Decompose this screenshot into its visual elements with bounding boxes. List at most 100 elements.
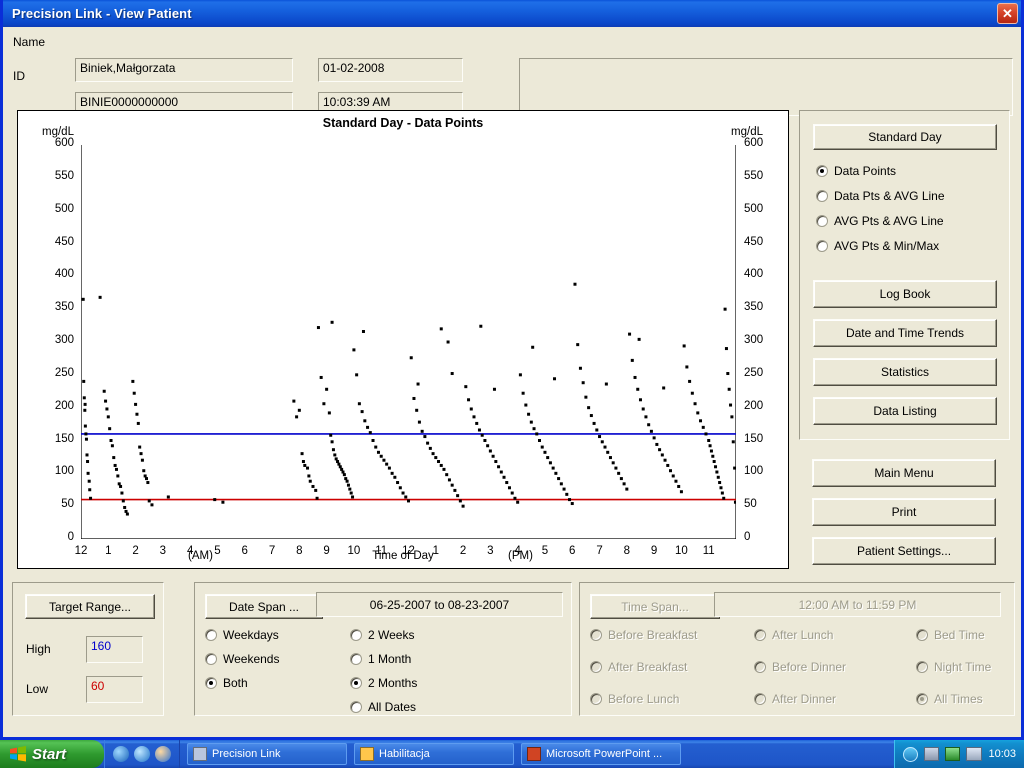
high-target-value[interactable]: 160 — [86, 636, 143, 663]
taskbar-item-habilitacja[interactable]: Habilitacja — [354, 743, 514, 765]
taskbar-item-icon — [360, 747, 374, 761]
windows-logo-icon — [10, 746, 26, 762]
patient-settings-button[interactable]: Patient Settings... — [812, 537, 996, 565]
view-mode-label: AVG Pts & AVG Line — [834, 214, 944, 228]
start-button[interactable]: Start — [0, 740, 104, 768]
time-span-button[interactable]: Time Span... — [590, 594, 720, 619]
view-mode-radio-2[interactable]: Data Pts & AVG Line — [816, 189, 945, 203]
view-mode-radio-1[interactable]: Data Points — [816, 164, 896, 178]
taskbar-item-label: Habilitacja — [379, 748, 430, 760]
time-span-radio-3[interactable]: Before Lunch — [590, 692, 679, 706]
radio-label: Before Breakfast — [608, 628, 698, 642]
radio-icon — [816, 240, 828, 252]
y-tick-label: 200 — [744, 399, 764, 412]
system-tray: 10:03 — [894, 740, 1024, 768]
y-tick-label: 150 — [54, 432, 74, 445]
internet-explorer-icon[interactable] — [134, 746, 150, 762]
date-span-range: 06-25-2007 to 08-23-2007 — [316, 592, 563, 617]
time-span-radio-1[interactable]: Before Breakfast — [590, 628, 697, 642]
date-span-radio-2[interactable]: 1 Month — [350, 652, 411, 666]
tray-expand-icon[interactable] — [903, 746, 919, 762]
y-tick-label: 200 — [54, 399, 74, 412]
time-span-radio-4[interactable]: After Lunch — [754, 628, 833, 642]
radio-icon — [205, 677, 217, 689]
media-player-icon[interactable] — [155, 746, 171, 762]
y-tick-label: 100 — [744, 465, 764, 478]
notes-field[interactable] — [519, 58, 1013, 116]
y-tick-label: 400 — [744, 268, 764, 281]
taskbar-item-label: Precision Link — [212, 748, 281, 760]
low-target-value[interactable]: 60 — [86, 676, 143, 703]
radio-icon — [916, 661, 928, 673]
day-type-radio-1[interactable]: Weekdays — [205, 628, 279, 642]
day-type-radio-2[interactable]: Weekends — [205, 652, 279, 666]
statistics-button[interactable]: Statistics — [813, 358, 997, 386]
time-span-radio-2[interactable]: After Breakfast — [590, 660, 687, 674]
radio-icon — [754, 693, 766, 705]
y-tick-label: 250 — [744, 366, 764, 379]
date-span-radio-3[interactable]: 2 Months — [350, 676, 417, 690]
time-span-radio-7[interactable]: Bed Time — [916, 628, 985, 642]
radio-label: After Lunch — [772, 628, 834, 642]
radio-icon — [350, 677, 362, 689]
data-listing-button[interactable]: Data Listing — [813, 397, 997, 425]
patient-name-field[interactable]: Biniek,Małgorzata — [75, 58, 293, 82]
radio-icon — [350, 701, 362, 713]
patient-header: Name Biniek,Małgorzata ID BINIE000000000… — [3, 27, 1021, 116]
radio-label: Night Time — [934, 660, 992, 674]
printer-icon[interactable] — [966, 747, 983, 761]
y-tick-label: 150 — [744, 432, 764, 445]
target-range-button[interactable]: Target Range... — [25, 594, 155, 619]
radio-label: Both — [223, 676, 248, 690]
radio-label: After Dinner — [772, 692, 837, 706]
radio-label: After Breakfast — [608, 660, 688, 674]
time-span-radio-6[interactable]: After Dinner — [754, 692, 836, 706]
scatter-plot[interactable] — [81, 145, 736, 539]
time-span-radio-9[interactable]: All Times — [916, 692, 983, 706]
safely-remove-icon[interactable] — [945, 747, 961, 761]
y-tick-label: 500 — [744, 202, 764, 215]
day-type-radio-3[interactable]: Both — [205, 676, 248, 690]
view-mode-radio-3[interactable]: AVG Pts & AVG Line — [816, 214, 944, 228]
taskbar-item-precision-link[interactable]: Precision Link — [187, 743, 347, 765]
y-tick-label: 300 — [54, 334, 74, 346]
y-tick-label: 450 — [744, 235, 764, 248]
taskbar-item-powerpoint[interactable]: Microsoft PowerPoint ... — [521, 743, 681, 765]
taskbar-item-label: Microsoft PowerPoint ... — [546, 748, 663, 760]
radio-label: Weekends — [223, 652, 280, 666]
plot-canvas — [81, 145, 736, 539]
print-button[interactable]: Print — [812, 498, 996, 526]
y-tick-label: 600 — [744, 137, 764, 149]
radio-icon — [816, 165, 828, 177]
log-book-button[interactable]: Log Book — [813, 280, 997, 308]
date-span-radio-1[interactable]: 2 Weeks — [350, 628, 414, 642]
y-tick-label: 500 — [54, 202, 74, 215]
y-tick-label: 400 — [54, 268, 74, 281]
radio-icon — [590, 693, 602, 705]
y-tick-label: 350 — [744, 301, 764, 314]
network-disconnected-icon[interactable] — [924, 747, 940, 761]
date-span-button[interactable]: Date Span ... — [205, 594, 323, 619]
y-tick-label: 100 — [54, 465, 74, 478]
clock[interactable]: 10:03 — [988, 748, 1016, 760]
radio-icon — [350, 629, 362, 641]
radio-icon — [350, 653, 362, 665]
radio-label: Weekdays — [223, 628, 279, 642]
radio-icon — [754, 661, 766, 673]
y-tick-label: 250 — [54, 366, 74, 379]
time-span-radio-8[interactable]: Night Time — [916, 660, 991, 674]
date-span-radio-4[interactable]: All Dates — [350, 700, 416, 714]
view-mode-radio-4[interactable]: AVG Pts & Min/Max — [816, 239, 939, 253]
date-field[interactable]: 01-02-2008 — [318, 58, 463, 82]
standard-day-button[interactable]: Standard Day — [813, 124, 997, 150]
y-tick-label: 50 — [744, 498, 757, 511]
radio-icon — [590, 661, 602, 673]
radio-icon — [816, 215, 828, 227]
radio-icon — [916, 629, 928, 641]
view-mode-label: Data Pts & AVG Line — [834, 189, 945, 203]
time-span-radio-5[interactable]: Before Dinner — [754, 660, 846, 674]
date-time-trends-button[interactable]: Date and Time Trends — [813, 319, 997, 347]
show-desktop-icon[interactable] — [113, 746, 129, 762]
close-icon[interactable]: ✕ — [997, 3, 1018, 24]
main-menu-button[interactable]: Main Menu — [812, 459, 996, 487]
